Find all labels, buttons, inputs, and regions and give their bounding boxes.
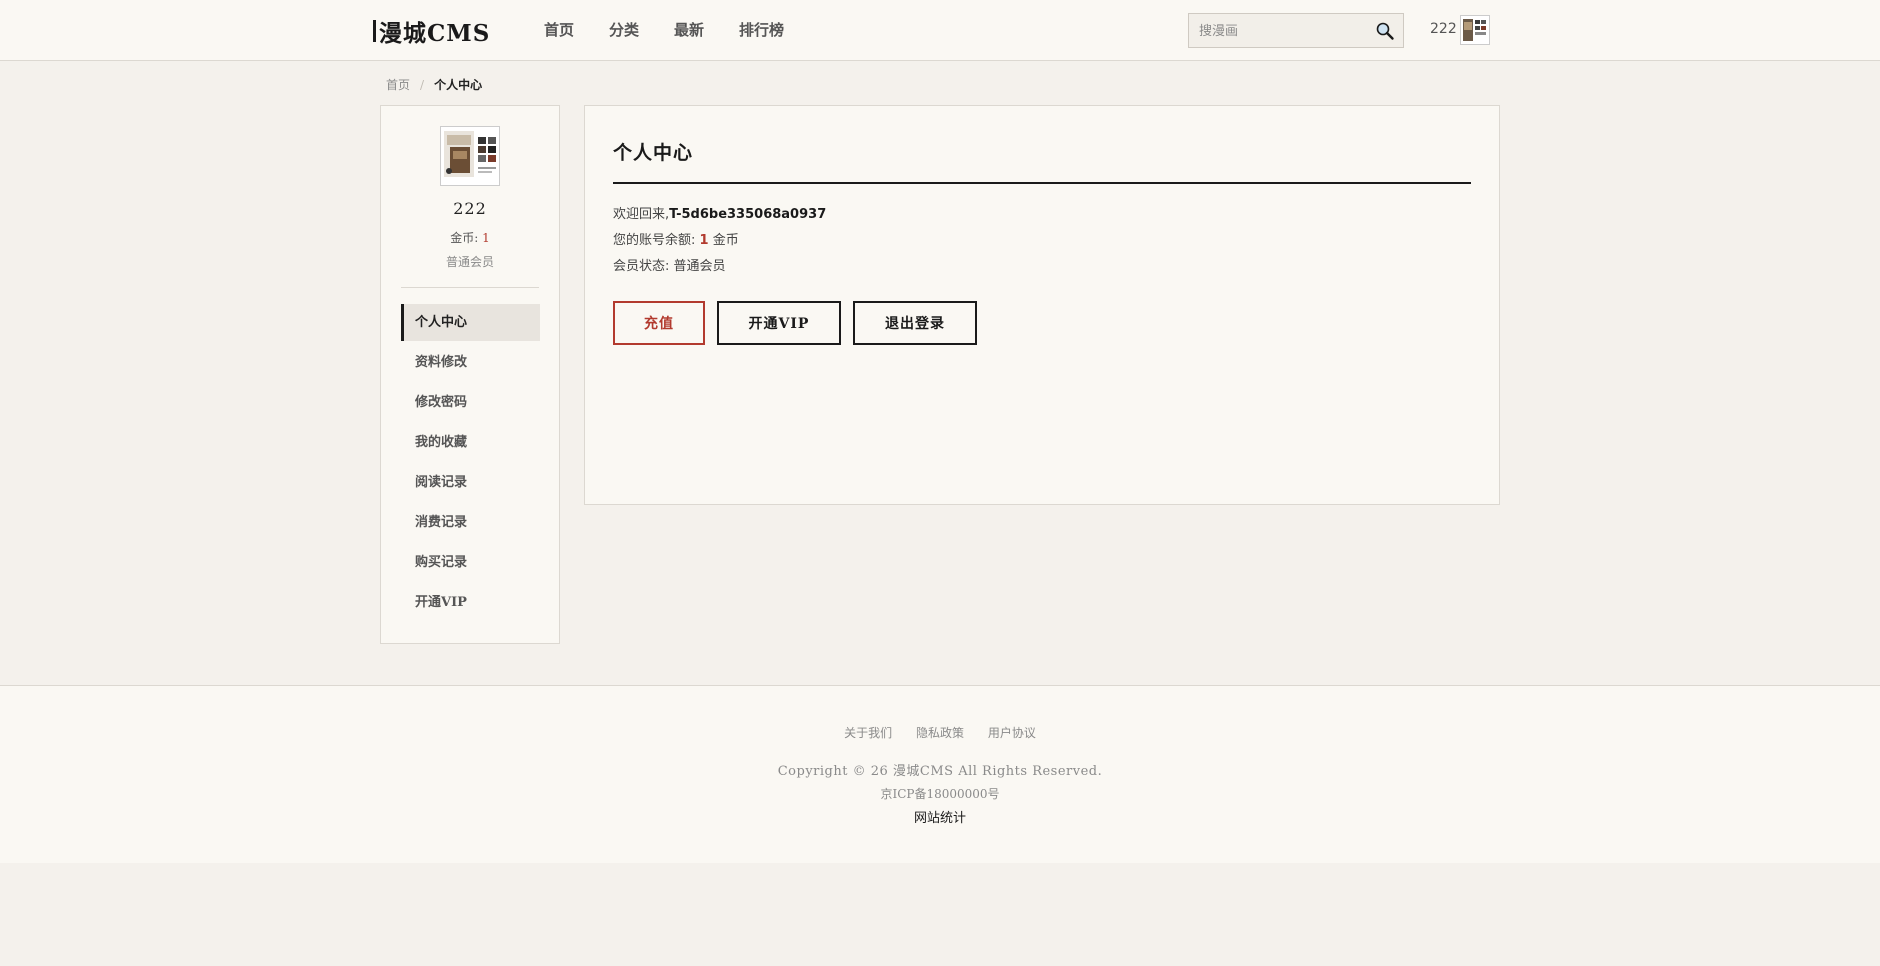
coin-label: 金币:: [450, 231, 479, 245]
breadcrumb-current: 个人中心: [434, 78, 483, 92]
nav-latest[interactable]: 最新: [674, 19, 704, 40]
site-logo[interactable]: 漫城CMS: [373, 14, 490, 48]
site-header: 漫城CMS 首页 分类 最新 排行榜 222: [0, 0, 1880, 61]
page-title: 个人中心: [613, 138, 1471, 184]
breadcrumb: 首页 / 个人中心: [386, 76, 482, 93]
search-box: [1188, 13, 1404, 48]
header-username[interactable]: 222: [1430, 21, 1457, 37]
sidebar-item-edit-profile[interactable]: 资料修改: [401, 344, 540, 381]
icp-number[interactable]: 京ICP备18000000号: [0, 785, 1880, 802]
footer-link-privacy[interactable]: 隐私政策: [916, 726, 964, 740]
logout-button[interactable]: 退出登录: [853, 301, 977, 345]
main-nav: 首页 分类 最新 排行榜: [544, 19, 819, 40]
balance-line: 您的账号余额: 1 金币: [613, 229, 739, 248]
footer-links: 关于我们 隐私政策 用户协议: [0, 724, 1880, 741]
coin-balance: 金币: 1: [381, 229, 559, 246]
open-vip-button[interactable]: 开通VIP: [717, 301, 841, 345]
status-label: 会员状态:: [613, 259, 670, 274]
sidebar-item-favorites[interactable]: 我的收藏: [401, 424, 540, 461]
sidebar-item-profile-center[interactable]: 个人中心: [401, 304, 540, 341]
logo-mark: [373, 20, 376, 42]
avatar[interactable]: [440, 126, 500, 186]
recharge-button[interactable]: 充值: [613, 301, 705, 345]
logo-text: 漫城CMS: [379, 20, 491, 47]
profile-name: 222: [453, 199, 487, 218]
site-footer: 关于我们 隐私政策 用户协议 Copyright © 26 漫城CMS All …: [0, 685, 1880, 863]
header-avatar[interactable]: [1460, 15, 1490, 45]
profile-panel: 个人中心 欢迎回来,T-5d6be335068a0937 您的账号余额: 1 金…: [584, 105, 1500, 505]
sidebar-item-reading-history[interactable]: 阅读记录: [401, 464, 540, 501]
breadcrumb-separator: /: [420, 77, 425, 92]
welcome-label: 欢迎回来,: [613, 207, 670, 222]
sidebar-item-vip[interactable]: 开通VIP: [401, 584, 540, 621]
sidebar-menu: 个人中心 资料修改 修改密码 我的收藏 阅读记录 消费记录 购买记录 开通VIP: [401, 304, 540, 624]
nav-home[interactable]: 首页: [544, 19, 574, 40]
search-input[interactable]: [1199, 22, 1369, 40]
footer-link-terms[interactable]: 用户协议: [988, 726, 1036, 740]
coin-value: 1: [482, 231, 490, 245]
sidebar-item-change-password[interactable]: 修改密码: [401, 384, 540, 421]
balance-value: 1: [699, 233, 709, 248]
search-icon[interactable]: [1375, 21, 1395, 41]
nav-category[interactable]: 分类: [609, 19, 639, 40]
status-line: 会员状态: 普通会员: [613, 255, 726, 274]
member-level: 普通会员: [445, 255, 494, 269]
user-sidebar: 222 金币: 1 普通会员 个人中心 资料修改 修改密码 我的收藏 阅读记录 …: [380, 105, 560, 644]
sidebar-item-spending-history[interactable]: 消费记录: [401, 504, 540, 541]
nav-ranking[interactable]: 排行榜: [739, 19, 784, 40]
site-stats[interactable]: 网站统计: [0, 807, 1880, 826]
status-value: 普通会员: [673, 259, 726, 274]
breadcrumb-home[interactable]: 首页: [386, 76, 410, 93]
copyright: Copyright © 26 漫城CMS All Rights Reserved…: [777, 764, 1103, 779]
welcome-line: 欢迎回来,T-5d6be335068a0937: [613, 203, 826, 222]
balance-unit: 金币: [712, 233, 739, 248]
sidebar-item-purchase-history[interactable]: 购买记录: [401, 544, 540, 581]
sidebar-divider: [401, 287, 539, 288]
welcome-user: T-5d6be335068a0937: [669, 207, 827, 222]
balance-label: 您的账号余额:: [613, 233, 696, 248]
footer-link-about[interactable]: 关于我们: [844, 726, 892, 740]
